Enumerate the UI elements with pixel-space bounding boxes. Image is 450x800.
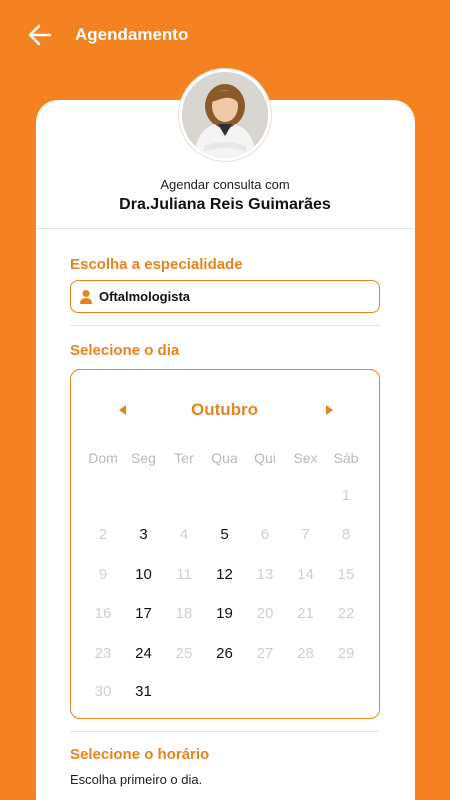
calendar-day: 11 <box>176 566 192 583</box>
calendar-day: 18 <box>175 605 193 622</box>
calendar-day: 13 <box>256 566 274 583</box>
doctor-name: Dra.Juliana Reis Guimarães <box>119 196 331 213</box>
calendar-day: 20 <box>256 605 274 622</box>
calendar-day[interactable]: 19 <box>205 605 245 622</box>
calendar-divider <box>70 731 380 732</box>
calendar-day[interactable]: 5 <box>205 526 245 543</box>
time-hint: Escolha primeiro o dia. <box>70 772 203 787</box>
calendar-day: 2 <box>98 526 108 543</box>
weekday-label: Seg <box>131 450 156 466</box>
specialty-value: Oftalmologista <box>99 289 191 304</box>
appointment-subtitle: Agendar consulta com <box>160 177 290 192</box>
calendar-day: 7 <box>301 526 310 543</box>
calendar-day: 28 <box>297 645 314 662</box>
calendar-day: 16 <box>94 605 112 622</box>
calendar-day: 29 <box>337 645 355 662</box>
calendar-day: 14 <box>297 566 314 583</box>
page-title: Agendamento <box>75 25 189 44</box>
specialty-divider <box>70 325 380 326</box>
calendar-day: 4 <box>179 526 189 543</box>
time-section-title: Selecione o horário <box>70 746 210 763</box>
calendar-day[interactable]: 17 <box>124 605 164 622</box>
calendar-day: 9 <box>98 566 108 583</box>
calendar-day[interactable]: 31 <box>124 683 164 700</box>
weekday-label: Sáb <box>333 450 359 466</box>
calendar-day: 1 <box>341 487 351 504</box>
doctor-avatar <box>179 69 271 161</box>
calendar-day[interactable]: 10 <box>124 566 164 583</box>
calendar-day: 22 <box>337 605 355 622</box>
weekday-label: Dom <box>88 450 118 466</box>
calendar-day: 25 <box>175 645 193 662</box>
back-arrow-icon[interactable] <box>26 22 54 48</box>
next-month-icon[interactable] <box>322 403 336 417</box>
weekday-label: Qua <box>211 450 238 466</box>
calendar-day: 6 <box>260 526 270 543</box>
calendar: Outubro Dom Seg Ter Qua Qui Sex Sáb 1 2 … <box>70 369 380 719</box>
calendar-day: 23 <box>94 645 112 662</box>
calendar-day[interactable]: 3 <box>124 526 164 543</box>
header-divider <box>36 228 415 229</box>
calendar-day: 15 <box>337 566 355 583</box>
calendar-day: 27 <box>256 645 274 662</box>
calendar-day[interactable]: 26 <box>205 645 245 662</box>
calendar-day: 21 <box>297 605 314 622</box>
calendar-day: 30 <box>94 683 112 700</box>
calendar-day[interactable]: 12 <box>205 566 245 583</box>
specialty-select[interactable]: Oftalmologista <box>70 280 380 313</box>
weekday-label: Ter <box>174 450 194 466</box>
person-icon <box>79 289 93 305</box>
specialty-section-title: Escolha a especialidade <box>70 256 243 273</box>
calendar-day[interactable]: 24 <box>124 645 164 662</box>
day-section-title: Selecione o dia <box>70 342 180 359</box>
weekday-label: Sex <box>293 450 318 466</box>
app-header: Agendamento <box>0 0 450 70</box>
weekday-label: Qui <box>254 450 276 466</box>
calendar-day: 8 <box>341 526 351 543</box>
